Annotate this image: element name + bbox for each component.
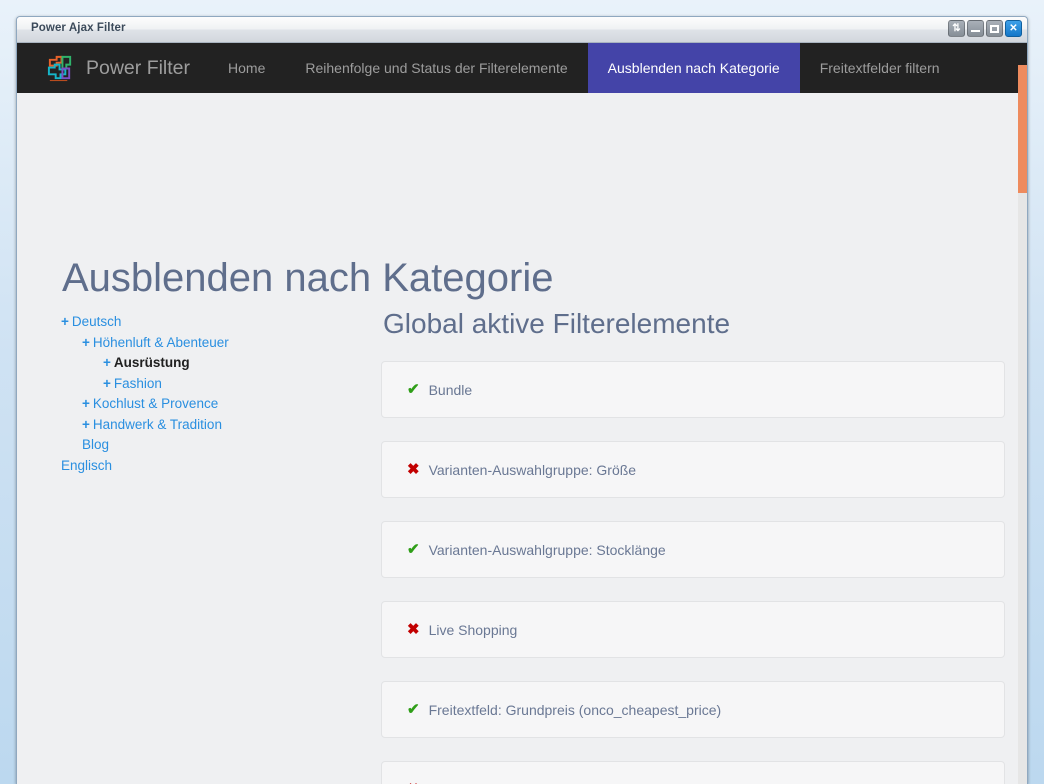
page-content: Ausblenden nach Kategorie + Deutsch + Höhen…: [17, 93, 1027, 784]
nav-link-0[interactable]: Home: [208, 43, 285, 93]
browser-viewport: Power Filter Home Reihenfolge und Status …: [17, 43, 1027, 784]
filter-card[interactable]: ✖ Live Shopping: [381, 601, 1005, 658]
close-button[interactable]: ✕: [1005, 20, 1022, 37]
tree-item-label: Kochlust & Provence: [92, 396, 219, 411]
tree-item[interactable]: + Fashion: [61, 374, 351, 395]
maximize-button[interactable]: [986, 20, 1003, 37]
global-filters-panel: Global aktive Filterelemente ✔ Bundle ✖ Var…: [381, 308, 1005, 784]
filter-label: Bundle: [428, 381, 473, 398]
brand-link[interactable]: Power Filter: [17, 43, 208, 93]
tree-item-label: Englisch: [61, 457, 113, 473]
expand-icon[interactable]: +: [82, 417, 90, 432]
puzzle-blocks-logo-icon: [47, 55, 72, 81]
check-icon[interactable]: ✔: [407, 542, 420, 557]
tree-item-label: Fashion: [113, 375, 162, 391]
category-tree: + Deutsch + Höhenluft & Abenteuer + Ausrüstun…: [61, 312, 351, 476]
nav-link-label: Freitextfelder filtern: [819, 60, 940, 76]
scrollbar-top-corner: [1018, 43, 1027, 65]
expand-icon[interactable]: +: [61, 314, 69, 329]
nav-link-label: Home: [228, 60, 266, 76]
page-title: Ausblenden nach Kategorie: [62, 255, 554, 300]
filter-label: Freitextfeld: Grundpreis (onco_cheapest_…: [428, 701, 722, 718]
page-scrollbar-track[interactable]: [1018, 43, 1027, 784]
tree-item-label: Höhenluft & Abenteuer: [92, 334, 229, 350]
expand-icon[interactable]: +: [103, 355, 111, 370]
close-icon: ✕: [1009, 22, 1018, 34]
filter-card[interactable]: ✖Eigenschaft: Geeignet für: [381, 761, 1005, 784]
maximize-icon: [990, 24, 999, 33]
window-title: Power Ajax Filter: [31, 22, 126, 34]
tree-item-label: Blog: [82, 437, 110, 452]
filter-card[interactable]: ✔ Bundle: [381, 361, 1005, 418]
expand-icon[interactable]: +: [103, 376, 111, 391]
cross-icon[interactable]: ✖: [407, 622, 420, 637]
refresh-button[interactable]: ⇅: [948, 20, 965, 37]
nav-link-2[interactable]: Ausblenden nach Kategorie: [587, 43, 800, 93]
tree-item[interactable]: Blog: [61, 435, 351, 456]
refresh-icon: ⇅: [952, 22, 961, 34]
window-titlebar[interactable]: Power Ajax Filter ⇅ ✕: [17, 17, 1027, 43]
filter-label: Varianten-Auswahlgruppe: Größe: [428, 461, 637, 478]
filter-label: Live Shopping: [428, 621, 518, 638]
tree-item[interactable]: + Handwerk & Tradition: [61, 415, 351, 436]
tree-item[interactable]: Englisch: [61, 456, 351, 477]
filter-list: ✔ Bundle ✖ Varianten-Auswahlgruppe: Größe ✔ V…: [381, 361, 1005, 784]
brand-name: Power Filter: [86, 56, 191, 79]
tree-item-label: Ausrüstung: [113, 355, 190, 370]
tree-item-label: Deutsch: [71, 314, 122, 329]
minimize-icon: [971, 30, 980, 32]
window-controls: ⇅ ✕: [948, 20, 1022, 37]
main-navbar: Power Filter Home Reihenfolge und Status …: [17, 43, 1027, 93]
expand-icon[interactable]: +: [82, 335, 90, 350]
nav-link-label: Ausblenden nach Kategorie: [607, 60, 780, 76]
application-window: Power Ajax Filter ⇅ ✕ Power Filter Home …: [16, 16, 1028, 784]
check-icon[interactable]: ✔: [407, 382, 420, 397]
nav-link-label: Reihenfolge und Status der Filterelement…: [305, 60, 568, 76]
tree-item-label: Handwerk & Tradition: [92, 416, 222, 432]
minimize-button[interactable]: [967, 20, 984, 37]
filter-card[interactable]: ✖ Varianten-Auswahlgruppe: Größe: [381, 441, 1005, 498]
filter-card[interactable]: ✔ Freitextfeld: Grundpreis (onco_cheapest…: [381, 681, 1005, 738]
check-icon[interactable]: ✔: [407, 702, 420, 717]
tree-item[interactable]: + Ausrüstung: [61, 353, 351, 374]
cross-icon[interactable]: ✖: [407, 462, 420, 477]
panel-title: Global aktive Filterelemente: [383, 308, 731, 339]
filter-card[interactable]: ✔ Varianten-Auswahlgruppe: Stocklänge: [381, 521, 1005, 578]
nav-link-3[interactable]: Freitextfelder filtern: [800, 43, 960, 93]
nav-link-1[interactable]: Reihenfolge und Status der Filterelement…: [285, 43, 587, 93]
tree-item[interactable]: + Deutsch: [61, 312, 351, 333]
nav-links: Home Reihenfolge und Status der Filterele…: [208, 43, 960, 93]
tree-item[interactable]: + Höhenluft & Abenteuer: [61, 333, 351, 354]
page-scrollbar-thumb[interactable]: [1018, 65, 1027, 193]
expand-icon[interactable]: +: [82, 396, 90, 411]
tree-item[interactable]: + Kochlust & Provence: [61, 394, 351, 415]
filter-label: Varianten-Auswahlgruppe: Stocklänge: [428, 541, 666, 558]
